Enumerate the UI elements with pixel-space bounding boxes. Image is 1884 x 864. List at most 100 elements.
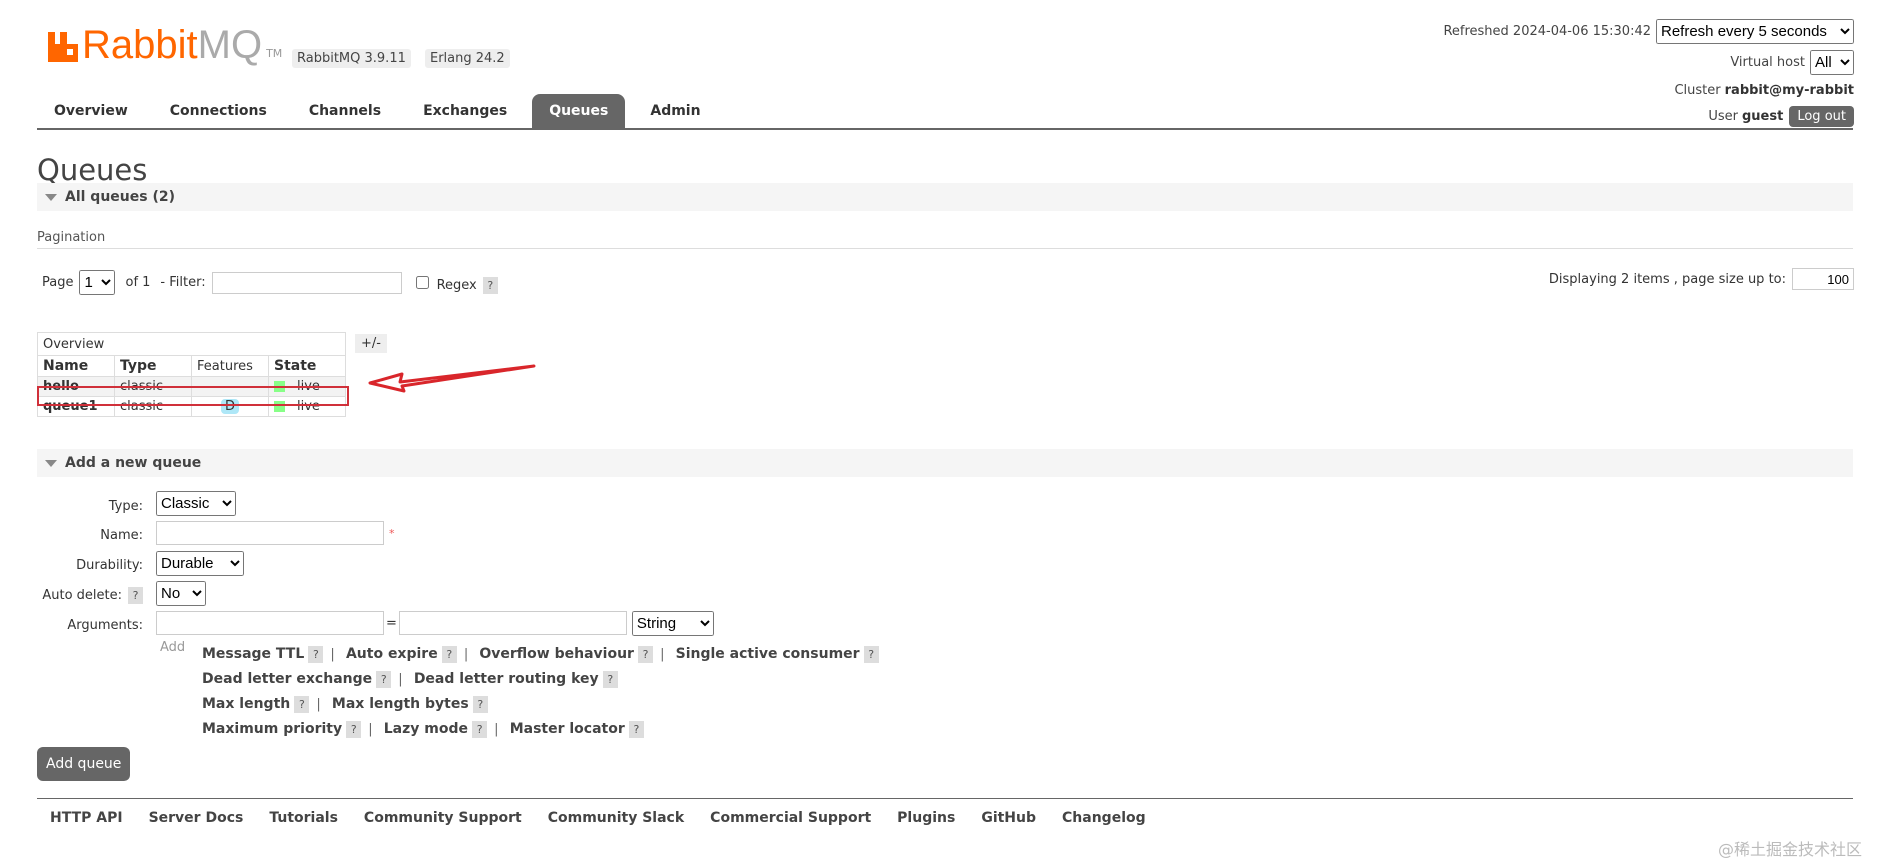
footer-link-tutorials[interactable]: Tutorials — [269, 810, 338, 826]
durability-label: Durability: — [76, 557, 143, 573]
tab-overview[interactable]: Overview — [37, 94, 145, 128]
page-size-input[interactable] — [1792, 268, 1854, 290]
pagination-heading[interactable]: Pagination — [37, 230, 1853, 249]
tab-admin[interactable]: Admin — [633, 94, 717, 128]
footer-link-changelog[interactable]: Changelog — [1062, 810, 1146, 826]
help-icon[interactable]: ? — [472, 721, 488, 738]
footer-link-server-docs[interactable]: Server Docs — [149, 810, 244, 826]
refresh-select[interactable]: Refresh every 5 seconds — [1656, 19, 1854, 44]
overview-group-header: Overview — [37, 332, 346, 356]
regex-label: Regex — [436, 278, 477, 293]
footer-link-community-slack[interactable]: Community Slack — [548, 810, 684, 826]
page-label: Page — [42, 275, 74, 290]
help-icon[interactable]: ? — [472, 696, 488, 713]
header-info: Refreshed 2024-04-06 15:30:42 Refresh ev… — [1443, 19, 1854, 133]
arg-link-message-ttl[interactable]: Message TTL — [202, 646, 304, 662]
rabbitmq-logo[interactable]: RabbitMQ TM — [48, 23, 283, 67]
footer-link-http-api[interactable]: HTTP API — [50, 810, 123, 826]
add-queue-form: Type: Classic Name: * Durability: Durabl… — [37, 490, 714, 636]
add-queue-button[interactable]: Add queue — [37, 747, 131, 781]
equals-sign: = — [386, 615, 397, 631]
auto-delete-label: Auto delete: — [42, 587, 122, 603]
footer-link-github[interactable]: GitHub — [981, 810, 1036, 826]
arg-link-max-length[interactable]: Max length — [202, 696, 290, 712]
logo-tm: TM — [266, 47, 283, 60]
tab-exchanges[interactable]: Exchanges — [406, 94, 524, 128]
column-header-features: Features — [191, 355, 269, 377]
arg-link-lazy-mode[interactable]: Lazy mode — [384, 721, 468, 737]
watermark-text: @稀土掘金技术社区 — [1717, 840, 1862, 859]
logout-button[interactable]: Log out — [1789, 106, 1854, 127]
help-icon[interactable]: ? — [441, 646, 457, 663]
argument-type-select[interactable]: String — [631, 610, 714, 636]
column-header-name: Name — [37, 355, 115, 377]
queue-type-select[interactable]: Classic — [156, 490, 236, 516]
annotation-arrow-icon — [368, 364, 536, 393]
help-icon[interactable]: ? — [294, 696, 310, 713]
filter-input[interactable] — [211, 271, 402, 294]
add-queue-toggle[interactable]: Add a new queue — [37, 449, 1853, 477]
refreshed-label: Refreshed 2024-04-06 15:30:42 — [1443, 24, 1651, 39]
tab-connections[interactable]: Connections — [153, 94, 284, 128]
rabbit-icon — [48, 32, 78, 62]
argument-key-input[interactable] — [156, 611, 384, 635]
arg-link-master-locator[interactable]: Master locator — [510, 721, 625, 737]
arg-link-single-active-consumer[interactable]: Single active consumer — [676, 646, 860, 662]
column-header-type: Type — [114, 355, 192, 377]
type-label: Type: — [108, 498, 143, 514]
required-mark: * — [389, 526, 395, 540]
arg-link-dead-letter-exchange[interactable]: Dead letter exchange — [202, 671, 372, 687]
footer-divider — [37, 798, 1853, 799]
argument-value-input[interactable] — [398, 611, 627, 635]
arg-link-max-length-bytes[interactable]: Max length bytes — [332, 696, 469, 712]
auto-delete-select[interactable]: No — [156, 580, 206, 606]
help-icon[interactable]: ? — [376, 671, 392, 688]
footer-link-commercial-support[interactable]: Commercial Support — [710, 810, 871, 826]
tab-channels[interactable]: Channels — [292, 94, 398, 128]
cluster-value: rabbit@my-rabbit — [1724, 83, 1854, 98]
help-icon[interactable]: ? — [346, 721, 362, 738]
regex-help-icon[interactable]: ? — [482, 277, 498, 294]
help-icon[interactable]: ? — [602, 671, 618, 688]
all-queues-heading: All queues (2) — [65, 189, 175, 205]
cluster-label: Cluster — [1674, 83, 1721, 98]
footer-link-community-support[interactable]: Community Support — [364, 810, 522, 826]
help-icon[interactable]: ? — [638, 646, 654, 663]
page-title: Queues — [37, 153, 148, 187]
help-icon[interactable]: ? — [308, 646, 324, 663]
footer-link-plugins[interactable]: Plugins — [897, 810, 955, 826]
regex-checkbox[interactable] — [415, 276, 429, 289]
version-badge: RabbitMQ 3.9.11 — [292, 49, 411, 68]
collapse-triangle-icon — [45, 459, 57, 467]
help-icon[interactable]: ? — [628, 721, 644, 738]
arg-link-maximum-priority[interactable]: Maximum priority — [202, 721, 342, 737]
collapse-triangle-icon — [45, 193, 57, 201]
of-pages-label: of 1 — [125, 275, 151, 290]
add-queue-heading: Add a new queue — [65, 455, 202, 471]
page-size-area: Displaying 2 items , page size up to: — [1549, 268, 1854, 290]
footer-links: HTTP API Server Docs Tutorials Community… — [50, 810, 1172, 826]
durability-select[interactable]: Durable — [156, 550, 244, 576]
page-select[interactable]: 1 — [79, 270, 116, 295]
arguments-label: Arguments: — [67, 617, 143, 633]
all-queues-toggle[interactable]: All queues (2) — [37, 183, 1853, 211]
queue-name-input[interactable] — [156, 521, 384, 545]
main-nav: Overview Connections Channels Exchanges … — [37, 94, 726, 128]
arg-link-auto-expire[interactable]: Auto expire — [346, 646, 438, 662]
name-label: Name: — [100, 527, 143, 543]
user-label: User — [1708, 109, 1738, 124]
add-argument-label: Add — [160, 640, 186, 655]
help-icon[interactable]: ? — [863, 646, 879, 663]
vhost-select[interactable]: All — [1810, 50, 1854, 75]
argument-shortcuts: Message TTL ? | Auto expire ? | Overflow b… — [202, 642, 879, 742]
arg-link-overflow-behaviour[interactable]: Overflow behaviour — [479, 646, 634, 662]
logo-wordmark: RabbitMQ — [82, 23, 263, 67]
tab-queues[interactable]: Queues — [532, 94, 626, 128]
column-header-state: State — [268, 355, 346, 377]
arg-link-dead-letter-routing-key[interactable]: Dead letter routing key — [414, 671, 599, 687]
columns-toggle-button[interactable]: +/- — [355, 334, 387, 353]
filter-label: - Filter: — [160, 275, 206, 290]
vhost-label: Virtual host — [1730, 55, 1805, 70]
auto-delete-help-icon[interactable]: ? — [128, 586, 143, 604]
pagination-controls: Page 1 of 1 - Filter: Regex ? — [42, 270, 498, 295]
